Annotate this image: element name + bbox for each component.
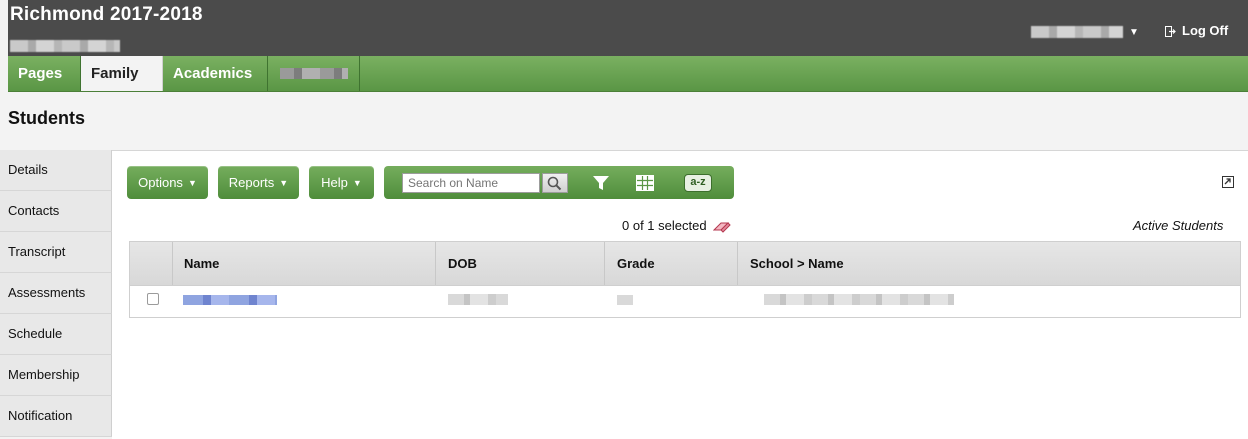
options-label: Options: [138, 175, 183, 190]
selection-count-text: 0 of 1 selected: [622, 218, 707, 233]
main-tabs: Pages Family Academics: [8, 56, 1248, 92]
sidenav-item-schedule[interactable]: Schedule: [0, 314, 112, 355]
search-input[interactable]: [402, 173, 540, 193]
page-title: Students: [8, 108, 86, 128]
search-toolbar: a-z: [384, 166, 734, 199]
table-row[interactable]: [130, 286, 1240, 317]
school-name-redacted: [10, 40, 120, 52]
students-table: Name DOB Grade School > Name: [129, 241, 1241, 318]
column-divider: [604, 242, 605, 285]
chevron-down-icon: ▼: [352, 177, 362, 188]
tab-academics[interactable]: Academics: [163, 56, 268, 91]
tab-family[interactable]: Family: [81, 56, 163, 91]
grade-cell-redacted: [617, 295, 633, 305]
sidenav-item-notification[interactable]: Notification: [0, 396, 112, 437]
column-header-school[interactable]: School > Name: [750, 256, 844, 271]
column-divider: [435, 242, 436, 285]
header-left-strip: [0, 0, 8, 56]
reports-button[interactable]: Reports ▼: [218, 166, 299, 199]
row-checkbox[interactable]: [147, 293, 159, 305]
user-name-redacted: [1031, 26, 1123, 38]
chevron-down-icon: ▼: [1129, 26, 1139, 38]
sidenav-item-assessments[interactable]: Assessments: [0, 273, 112, 314]
logout-icon: [1165, 25, 1176, 37]
sort-az-button[interactable]: a-z: [684, 174, 712, 192]
column-divider: [172, 242, 173, 285]
column-header-grade[interactable]: Grade: [617, 256, 655, 271]
chevron-down-icon: ▼: [187, 177, 197, 188]
sidenav-item-membership[interactable]: Membership: [0, 355, 112, 396]
tab-pages[interactable]: Pages: [8, 56, 81, 91]
tab-label-redacted: [280, 68, 348, 79]
options-button[interactable]: Options ▼: [127, 166, 208, 199]
logoff-label: Log Off: [1182, 23, 1229, 38]
filter-icon[interactable]: [592, 175, 610, 196]
column-header-name[interactable]: Name: [184, 256, 219, 271]
search-button[interactable]: [542, 173, 568, 193]
table-header: Name DOB Grade School > Name: [130, 242, 1240, 286]
sidenav-item-transcript[interactable]: Transcript: [0, 232, 112, 273]
reports-label: Reports: [228, 175, 275, 190]
columns-icon[interactable]: [636, 175, 654, 196]
search-icon: [547, 176, 562, 191]
app-title: Richmond 2017-2018: [10, 4, 203, 25]
sidenav-item-contacts[interactable]: Contacts: [0, 191, 112, 232]
student-name-link-redacted[interactable]: [183, 295, 277, 305]
side-navigation: Details Contacts Transcript Assessments …: [0, 150, 112, 437]
help-button[interactable]: Help ▼: [309, 166, 374, 199]
top-header: Richmond 2017-2018 ▼ Log Off: [0, 0, 1248, 56]
column-header-dob[interactable]: DOB: [448, 256, 477, 271]
sidenav-item-details[interactable]: Details: [0, 150, 112, 191]
school-cell-redacted: [764, 294, 954, 305]
help-label: Help: [321, 175, 348, 190]
column-divider: [737, 242, 738, 285]
active-students-filter[interactable]: Active Students: [1133, 218, 1223, 233]
eraser-icon[interactable]: [712, 221, 731, 233]
logoff-button[interactable]: Log Off: [1165, 23, 1228, 38]
tab-redacted[interactable]: [268, 56, 360, 91]
selection-status: 0 of 1 selected: [622, 218, 731, 233]
popout-icon[interactable]: [1222, 176, 1234, 188]
user-menu[interactable]: ▼: [1031, 24, 1139, 40]
dob-cell-redacted: [448, 294, 508, 305]
chevron-down-icon: ▼: [279, 177, 289, 188]
